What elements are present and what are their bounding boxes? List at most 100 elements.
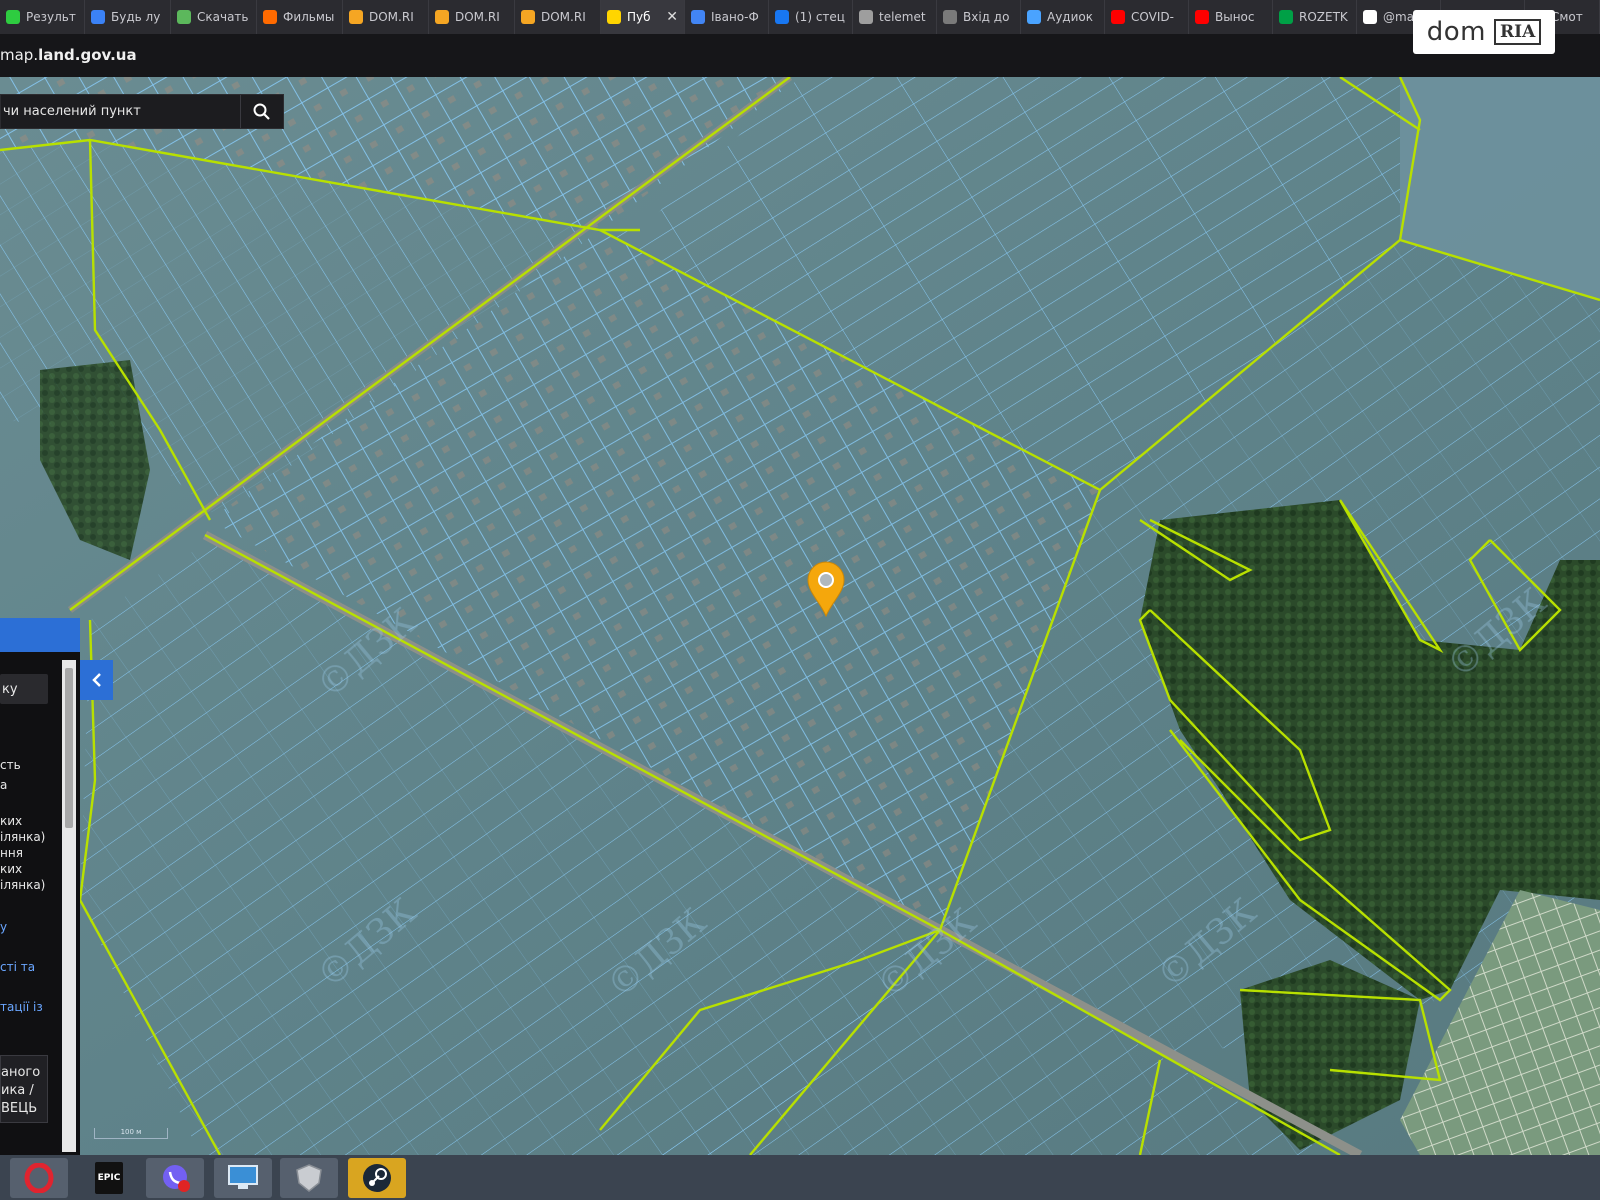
browser-tab-strip: Результ Будь лу Скачать Фильмы DOM.RI DOM.RI D… — [0, 0, 1600, 34]
owner-line: ика / — [1, 1083, 34, 1098]
panel-select[interactable]: ку — [0, 674, 48, 704]
tab-label: Івано-Ф — [711, 10, 759, 24]
tab-label: Смот — [1551, 10, 1583, 24]
close-tab-icon[interactable]: ✕ — [666, 9, 678, 25]
dom-ria-logo: dom RIA — [1413, 10, 1555, 54]
dom-ria-icon — [349, 10, 363, 24]
tab-label: COVID- — [1131, 10, 1174, 24]
panel-link[interactable]: сті та — [0, 960, 35, 974]
owner-box-text: аного ика / ВЕЦЬ — [1, 1064, 40, 1118]
dom-ria-icon — [435, 10, 449, 24]
taskbar-shield-app[interactable] — [280, 1158, 338, 1198]
map-scale: 100 м — [94, 1128, 168, 1139]
tab-label: DOM.RI — [369, 10, 414, 24]
panel-header — [0, 618, 80, 652]
signal-bars-icon — [1363, 10, 1377, 24]
logo-ria-text: RIA — [1493, 19, 1542, 45]
tab-label: Вынос — [1215, 10, 1255, 24]
panel-text: сть — [0, 758, 21, 772]
owner-box: аного ика / ВЕЦЬ — [0, 1055, 48, 1123]
tab-label: DOM.RI — [455, 10, 500, 24]
tab-label: Фильмы — [283, 10, 335, 24]
panel-link[interactable]: тації із — [0, 1000, 43, 1014]
film-icon — [263, 10, 277, 24]
tab-label: ROZETK — [1299, 10, 1348, 24]
browser-tab[interactable]: DOM.RI — [343, 0, 429, 34]
youtube-icon — [1111, 10, 1125, 24]
url-prefix: map. — [0, 46, 39, 64]
panel-text: ких — [0, 814, 23, 828]
panel-text: а — [0, 778, 8, 792]
map-canvas[interactable]: ©ДЗК ©ДЗК ©ДЗК ©ДЗК ©ДЗК ©ДЗК — [0, 77, 1600, 1155]
bookmark-icon — [91, 10, 105, 24]
tab-label: Будь лу — [111, 10, 161, 24]
browser-tab[interactable]: Вхід до — [937, 0, 1021, 34]
owner-line: ВЕЦЬ — [1, 1101, 38, 1116]
browser-tab[interactable]: Пуб ✕ — [601, 0, 685, 34]
taskbar-epic-games[interactable]: EPIC — [80, 1158, 138, 1198]
browser-tab[interactable]: DOM.RI — [515, 0, 601, 34]
panel-select-value: ку — [2, 682, 18, 697]
cadastral-map[interactable]: ©ДЗК ©ДЗК ©ДЗК ©ДЗК ©ДЗК ©ДЗК — [0, 77, 1600, 1155]
browser-tab[interactable]: DOM.RI — [429, 0, 515, 34]
shield-app-icon — [296, 1164, 322, 1192]
facebook-icon — [775, 10, 789, 24]
tab-label: Вхід до — [963, 10, 1010, 24]
login-icon — [943, 10, 957, 24]
panel-text: ілянка) — [0, 878, 46, 892]
epic-games-icon: EPIC — [95, 1162, 123, 1194]
url-text[interactable]: map.land.gov.ua — [0, 46, 137, 64]
chevron-left-icon — [91, 673, 101, 687]
settlement-search: чи населений пункт — [0, 94, 284, 129]
dom-ria-icon — [521, 10, 535, 24]
google-icon — [691, 10, 705, 24]
browser-tab[interactable]: Вынос — [1189, 0, 1273, 34]
tab-label: Скачать — [197, 10, 249, 24]
browser-tab[interactable]: Будь лу — [85, 0, 171, 34]
tab-label: Пуб — [627, 10, 651, 24]
telemetr-icon — [859, 10, 873, 24]
taskbar-steam[interactable] — [348, 1158, 406, 1198]
browser-tab[interactable]: Аудиок — [1021, 0, 1105, 34]
browser-tab[interactable]: Результ — [0, 0, 85, 34]
browser-tab[interactable]: Скачать — [171, 0, 257, 34]
browser-tab[interactable]: telemet — [853, 0, 937, 34]
browser-tab[interactable]: (1) стец — [769, 0, 853, 34]
ukraine-flag-icon — [607, 10, 621, 24]
taskbar-opera[interactable] — [10, 1158, 68, 1198]
youtube-icon — [1195, 10, 1209, 24]
tab-label: Результ — [26, 10, 76, 24]
tab-label: telemet — [879, 10, 926, 24]
rozetka-icon — [1279, 10, 1293, 24]
remote-desktop-icon — [228, 1165, 258, 1189]
scrollbar-thumb[interactable] — [65, 668, 73, 828]
url-domain: land.gov.ua — [38, 46, 137, 64]
logo-dom-text: dom — [1426, 17, 1486, 47]
panel-collapse-button[interactable] — [80, 660, 113, 700]
browser-tab[interactable]: Івано-Ф — [685, 0, 769, 34]
search-button[interactable] — [240, 95, 283, 128]
panel-text: ких — [0, 862, 23, 876]
tab-label: (1) стец — [795, 10, 845, 24]
taskbar-remote-desktop[interactable] — [214, 1158, 272, 1198]
panel-text: ілянка) — [0, 830, 46, 844]
panel-link[interactable]: у — [0, 920, 7, 934]
browser-tab[interactable]: COVID- — [1105, 0, 1189, 34]
browser-tab[interactable]: ROZETK — [1273, 0, 1357, 34]
panel-text: ння — [0, 846, 23, 860]
taskbar-viber[interactable] — [146, 1158, 204, 1198]
address-bar[interactable]: map.land.gov.ua — [0, 34, 1600, 77]
download-folder-icon — [177, 10, 191, 24]
headphones-icon — [1027, 10, 1041, 24]
viber-icon — [163, 1165, 190, 1192]
panel-scrollbar[interactable] — [62, 660, 76, 1152]
search-icon — [253, 103, 270, 120]
green-circle-icon — [6, 10, 20, 24]
opera-icon — [24, 1163, 54, 1193]
tab-label: Аудиок — [1047, 10, 1093, 24]
owner-line: аного — [1, 1065, 41, 1080]
browser-tab[interactable]: Фильмы — [257, 0, 343, 34]
os-taskbar: EPIC — [0, 1155, 1600, 1200]
search-input[interactable]: чи населений пункт — [1, 95, 243, 128]
tab-label: DOM.RI — [541, 10, 586, 24]
